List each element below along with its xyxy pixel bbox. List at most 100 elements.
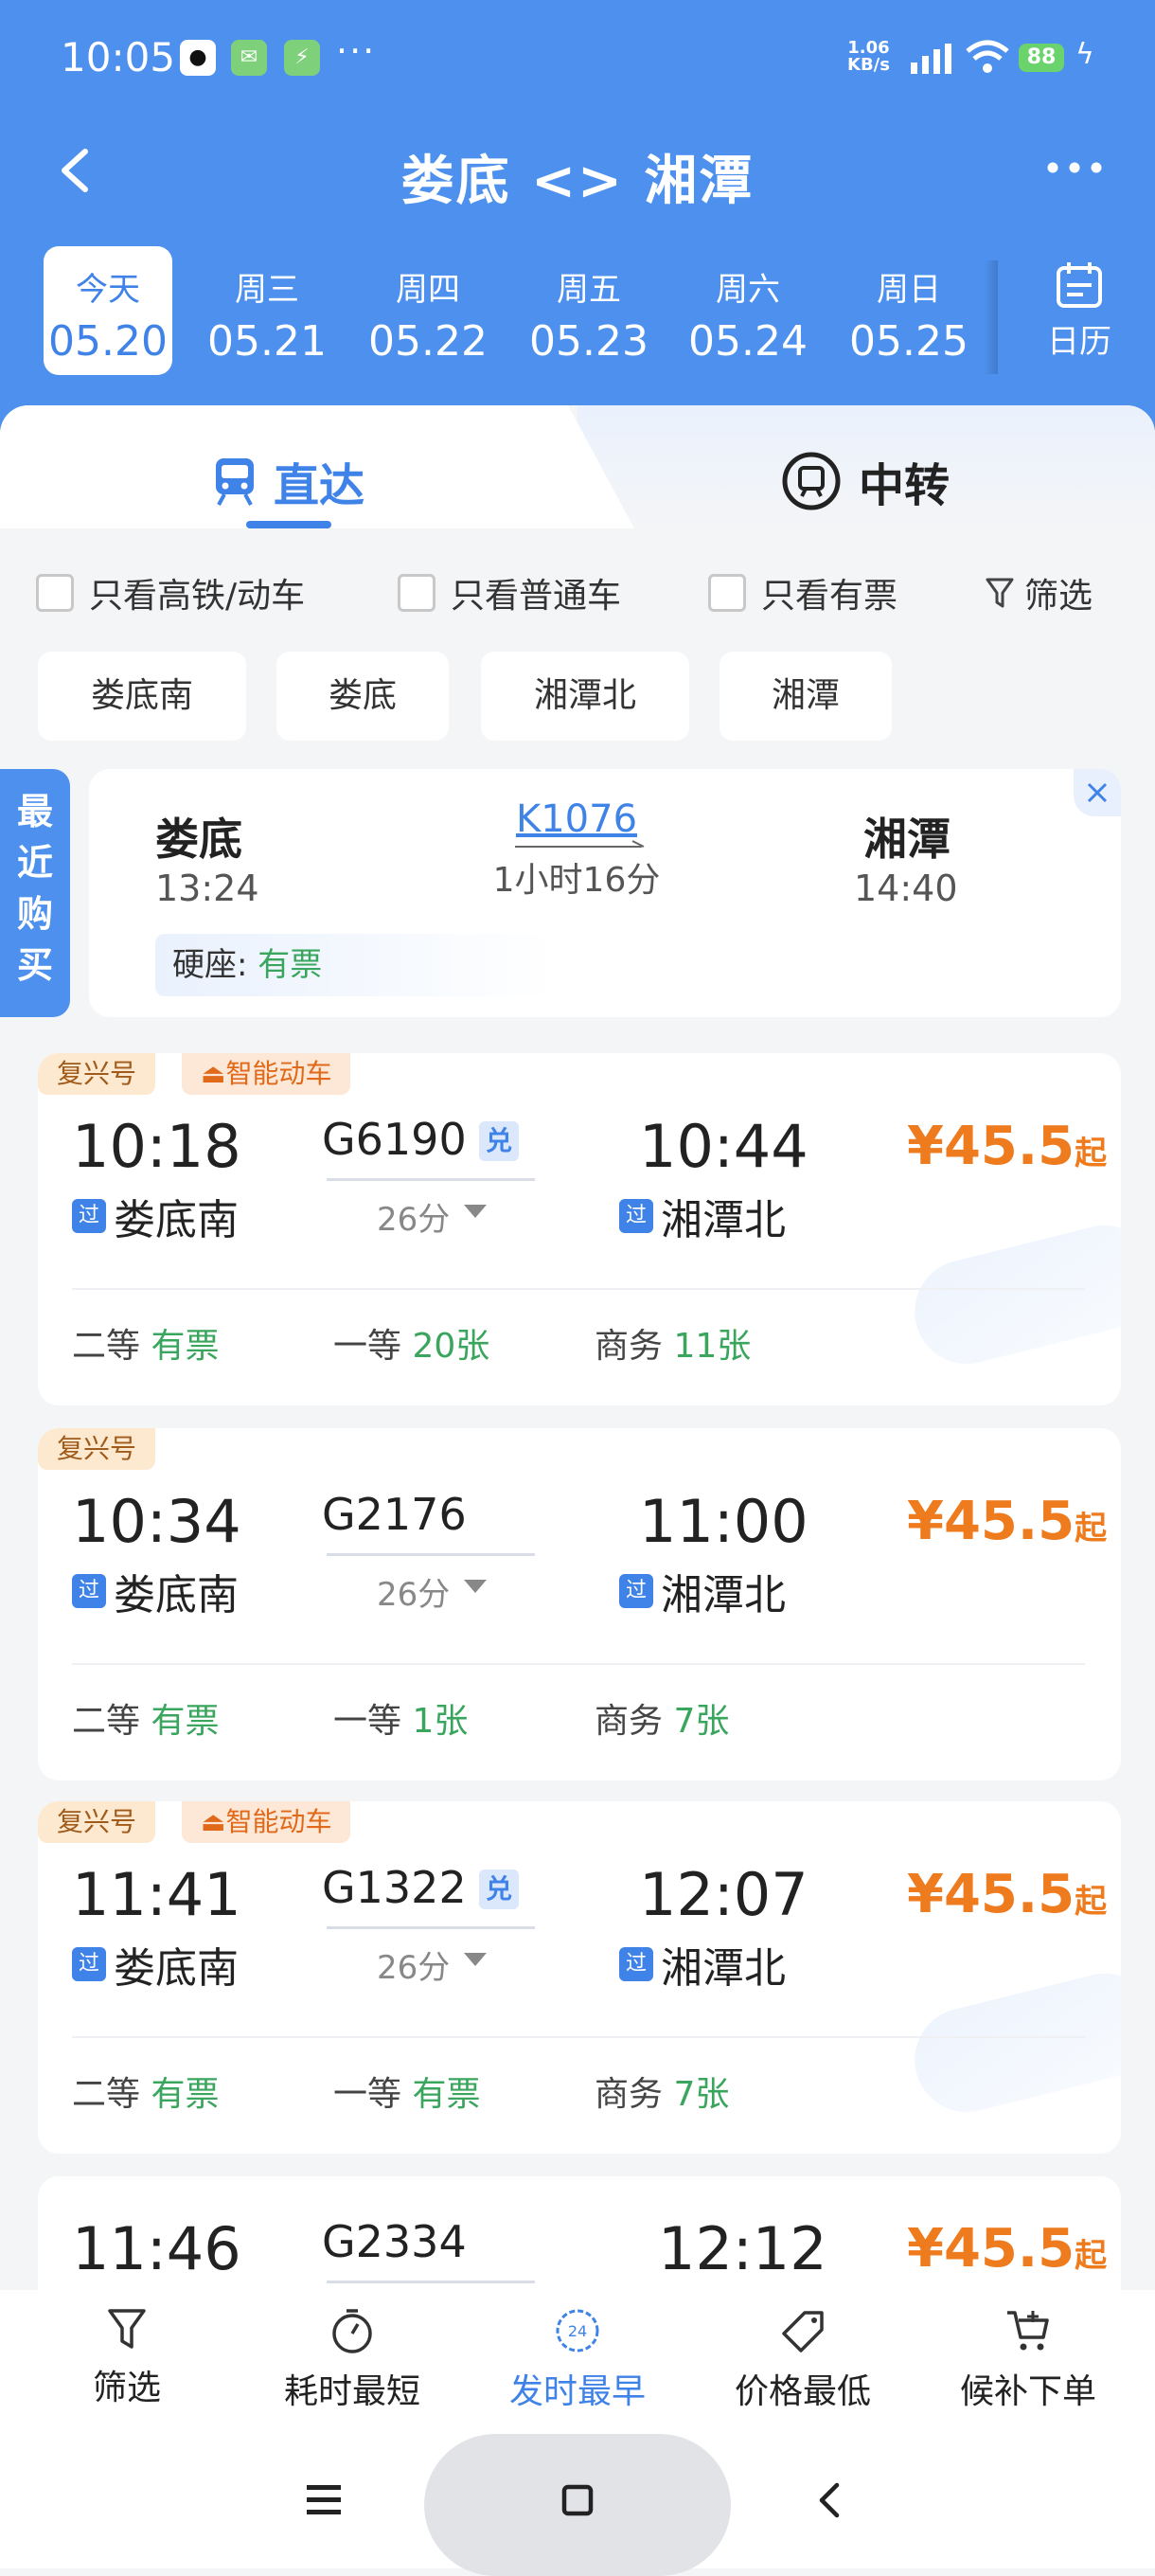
date-selector: 今天 05.20 周三 05.21 周四 05.22 周五 05.23 周六 05.24 … (0, 242, 1155, 384)
seat-name: 二等 (72, 1702, 141, 1741)
station-chips: 娄底南 娄底 湘潭北 湘潭 (0, 652, 1155, 741)
calendar-icon (1057, 262, 1102, 308)
seat-status: 有票 (412, 2075, 481, 2114)
station-chip[interactable]: 娄底 (276, 652, 449, 741)
system-nav-bar (0, 2424, 1155, 2576)
smart-train-label: 智能动车 (225, 1058, 332, 1089)
duration[interactable]: 26分 (377, 1568, 450, 1615)
back-nav-icon[interactable] (812, 2481, 846, 2519)
date-value: 05.24 (688, 317, 808, 366)
price: ¥45.5起 (907, 1864, 1107, 1925)
date-value: 05.22 (368, 317, 488, 366)
tab-transfer-label: 中转 (859, 459, 951, 512)
toolbar-filter[interactable]: 筛选 (32, 2307, 222, 2409)
checkbox-box (708, 574, 746, 612)
seat-class: 一等 1张 (333, 1693, 595, 1743)
normal-train-checkbox[interactable]: 只看普通车 (398, 568, 621, 617)
train-number: G2334 (322, 2216, 467, 2267)
route-tabs: 中转 直达 (0, 405, 1155, 528)
seat-name: 一等 (333, 1327, 402, 1366)
seat-class: 商务 7张 (595, 1693, 856, 1743)
seat-status: 有票 (151, 1327, 220, 1366)
tab-direct[interactable]: 直达 (0, 405, 634, 528)
calendar-button[interactable]: 日历 (1032, 260, 1127, 374)
high-speed-checkbox[interactable]: 只看高铁/动车 (36, 568, 305, 617)
recent-from: 娄底 (155, 814, 242, 865)
seat-name: 商务 (595, 1327, 664, 1366)
train-card[interactable]: 复兴号 ⏏智能动车 10:18 G6190 兑 26分 10:44 ¥45.5起… (38, 1053, 1121, 1405)
seat-name: 二等 (72, 1327, 141, 1366)
train-card[interactable]: 复兴号 10:34 G2176 26分 11:00 ¥45.5起 过娄底南 过湘… (38, 1428, 1121, 1780)
tab-transfer[interactable]: 中转 (578, 405, 1155, 528)
duration-line (327, 2281, 535, 2283)
status-time: 10:05 (61, 34, 176, 80)
date-item-0523[interactable]: 周五 05.23 (524, 246, 653, 375)
date-weekday: 周五 (557, 271, 621, 309)
toolbar-cheapest[interactable]: 价格最低 (708, 2307, 897, 2413)
station-chip[interactable]: 娄底南 (38, 652, 246, 741)
train-card[interactable]: 复兴号 ⏏智能动车 11:41 G1322 兑 26分 12:07 ¥45.5起… (38, 1801, 1121, 2154)
recent-tab-label: 最近购买 (16, 791, 53, 986)
date-item-0525[interactable]: 周日 05.25 (844, 246, 973, 375)
arrival-time: 12:12 (658, 2214, 827, 2283)
pass-badge: 过 (619, 1199, 653, 1233)
checkbox-label: 只看普通车 (451, 577, 622, 616)
seat-status: 有票 (151, 1702, 220, 1741)
close-icon (1087, 782, 1108, 803)
seat-name: 二等 (72, 2075, 141, 2114)
duration[interactable]: 26分 (377, 1941, 450, 1988)
qq-icon: ● (180, 40, 216, 76)
duration[interactable]: 26分 (377, 1193, 450, 1240)
net-speed: 1.06 KB/s (847, 40, 890, 74)
header: 10:05 ● ✉ ⚡ ··· 1.06 KB/s 88 ϟ 娄底 <> 湘潭 … (0, 0, 1155, 445)
filter-icon (986, 578, 1014, 608)
toolbar-waitlist[interactable]: 候补下单 (933, 2307, 1123, 2413)
toolbar-earliest[interactable]: 24 发时最早 (483, 2307, 672, 2413)
pass-badge: 过 (72, 1947, 106, 1981)
seat-summary: 二等 有票 一等 20张 商务 11张 (72, 1318, 856, 1368)
checkbox-box (36, 574, 74, 612)
pass-badge: 过 (619, 1574, 653, 1608)
date-item-0520[interactable]: 今天 05.20 (44, 246, 172, 375)
date-item-0521[interactable]: 周三 05.21 (203, 246, 331, 375)
station-chip[interactable]: 湘潭北 (481, 652, 689, 741)
seat-class: 一等 有票 (333, 2066, 595, 2116)
seat-status: 7张 (673, 2075, 730, 2114)
arrival-time: 10:44 (639, 1112, 808, 1181)
date-value: 05.23 (529, 317, 649, 366)
recent-train-no[interactable]: K1076 (496, 797, 657, 841)
recent-duration: 1小时16分 (492, 861, 661, 900)
train-watermark (903, 1214, 1121, 1375)
recent-purchase-card[interactable]: 娄底 13:24 K1076 1小时16分 湘潭 14:40 硬座: 有票 (89, 769, 1121, 1017)
to-station: 过湘潭北 (619, 1186, 786, 1246)
station-chip[interactable]: 湘潭 (720, 652, 892, 741)
filter-button[interactable]: 筛选 (985, 568, 1093, 617)
more-icon[interactable] (1041, 144, 1108, 191)
smart-train-label: 智能动车 (225, 1806, 332, 1837)
checkbox-label: 只看有票 (761, 577, 898, 616)
recent-to: 湘潭 (863, 814, 951, 865)
price-value: ¥45.5 (907, 1491, 1075, 1552)
seat-class: 商务 7张 (595, 2066, 856, 2116)
exchange-badge: 兑 (479, 1869, 519, 1909)
date-item-0522[interactable]: 周四 05.22 (364, 246, 492, 375)
price: ¥45.5起 (907, 1491, 1107, 1552)
close-button[interactable] (1074, 769, 1121, 816)
toolbar-filter-label: 筛选 (92, 2369, 161, 2407)
departure-time: 11:41 (72, 1860, 241, 1929)
toolbar-shortest-label: 耗时最短 (283, 2372, 420, 2411)
toolbar-shortest[interactable]: 耗时最短 (258, 2307, 447, 2413)
recent-departure-time: 13:24 (155, 868, 259, 909)
train-card[interactable]: 11:46 G2334 12:12 ¥45.5起 (38, 2176, 1121, 2309)
signal-icon (911, 44, 951, 74)
smart-train-tag: ⏏智能动车 (182, 1053, 351, 1095)
to-station-name: 湘潭北 (661, 1196, 786, 1244)
charging-app-icon: ⚡ (284, 40, 320, 76)
available-only-checkbox[interactable]: 只看有票 (708, 568, 897, 617)
menu-icon[interactable] (305, 2483, 343, 2517)
divider (72, 1663, 1085, 1665)
date-item-0524[interactable]: 周六 05.24 (684, 246, 812, 375)
seat-summary: 二等 有票 一等 有票 商务 7张 (72, 2066, 856, 2116)
to-station-name: 湘潭北 (661, 1944, 786, 1993)
seat-status: 11张 (673, 1327, 752, 1366)
